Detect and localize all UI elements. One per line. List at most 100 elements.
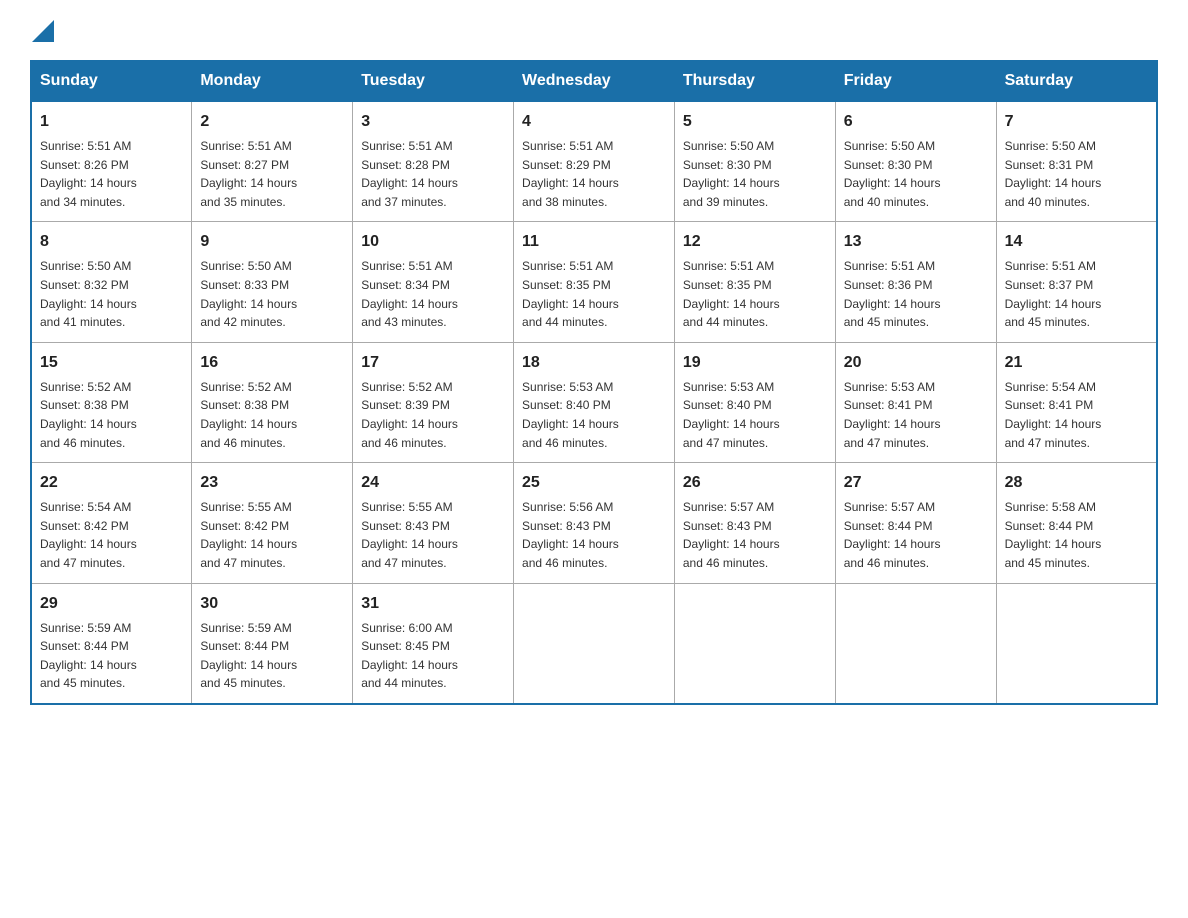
calendar-day-cell: 7 Sunrise: 5:50 AMSunset: 8:31 PMDaylight…: [996, 101, 1157, 222]
day-info: Sunrise: 5:56 AMSunset: 8:43 PMDaylight:…: [522, 498, 666, 572]
calendar-day-cell: 23 Sunrise: 5:55 AMSunset: 8:42 PMDayligh…: [192, 463, 353, 583]
day-info: Sunrise: 5:51 AMSunset: 8:37 PMDaylight:…: [1005, 257, 1148, 331]
calendar-day-cell: 11 Sunrise: 5:51 AMSunset: 8:35 PMDayligh…: [514, 222, 675, 342]
calendar-day-cell: 3 Sunrise: 5:51 AMSunset: 8:28 PMDaylight…: [353, 101, 514, 222]
day-info: Sunrise: 5:50 AMSunset: 8:32 PMDaylight:…: [40, 257, 183, 331]
calendar-day-cell: 16 Sunrise: 5:52 AMSunset: 8:38 PMDayligh…: [192, 342, 353, 462]
day-info: Sunrise: 5:52 AMSunset: 8:39 PMDaylight:…: [361, 378, 505, 452]
day-number: 5: [683, 110, 827, 134]
day-info: Sunrise: 5:58 AMSunset: 8:44 PMDaylight:…: [1005, 498, 1148, 572]
day-info: Sunrise: 5:57 AMSunset: 8:43 PMDaylight:…: [683, 498, 827, 572]
calendar-week-row: 29Sunrise: 5:59 AMSunset: 8:44 PMDayligh…: [31, 583, 1157, 704]
calendar-day-cell: 12Sunrise: 5:51 AMSunset: 8:35 PMDayligh…: [674, 222, 835, 342]
day-number: 18: [522, 351, 666, 375]
calendar-header-row: SundayMondayTuesdayWednesdayThursdayFrid…: [31, 61, 1157, 101]
calendar-week-row: 1 Sunrise: 5:51 AMSunset: 8:26 PMDaylight…: [31, 101, 1157, 222]
day-number: 24: [361, 471, 505, 495]
day-info: Sunrise: 5:55 AMSunset: 8:42 PMDaylight:…: [200, 498, 344, 572]
day-info: Sunrise: 5:50 AMSunset: 8:31 PMDaylight:…: [1005, 137, 1148, 211]
logo-triangle-icon: [32, 20, 54, 42]
day-number: 11: [522, 230, 666, 254]
calendar-day-cell: 2 Sunrise: 5:51 AMSunset: 8:27 PMDaylight…: [192, 101, 353, 222]
calendar-day-cell: 15Sunrise: 5:52 AMSunset: 8:38 PMDayligh…: [31, 342, 192, 462]
logo: [30, 20, 54, 42]
day-number: 21: [1005, 351, 1148, 375]
calendar-week-row: 8 Sunrise: 5:50 AMSunset: 8:32 PMDaylight…: [31, 222, 1157, 342]
day-number: 17: [361, 351, 505, 375]
calendar-day-cell: 8 Sunrise: 5:50 AMSunset: 8:32 PMDaylight…: [31, 222, 192, 342]
day-number: 22: [40, 471, 183, 495]
day-info: Sunrise: 5:50 AMSunset: 8:30 PMDaylight:…: [844, 137, 988, 211]
day-number: 23: [200, 471, 344, 495]
day-number: 20: [844, 351, 988, 375]
calendar-week-row: 22 Sunrise: 5:54 AMSunset: 8:42 PMDayligh…: [31, 463, 1157, 583]
day-info: Sunrise: 5:59 AMSunset: 8:44 PMDaylight:…: [200, 619, 344, 693]
day-info: Sunrise: 5:50 AMSunset: 8:33 PMDaylight:…: [200, 257, 344, 331]
day-number: 10: [361, 230, 505, 254]
day-of-week-header: Sunday: [31, 61, 192, 101]
calendar-day-cell: 29Sunrise: 5:59 AMSunset: 8:44 PMDayligh…: [31, 583, 192, 704]
day-number: 14: [1005, 230, 1148, 254]
day-of-week-header: Wednesday: [514, 61, 675, 101]
calendar-day-cell: 25Sunrise: 5:56 AMSunset: 8:43 PMDayligh…: [514, 463, 675, 583]
calendar-day-cell: 14 Sunrise: 5:51 AMSunset: 8:37 PMDayligh…: [996, 222, 1157, 342]
day-info: Sunrise: 5:50 AMSunset: 8:30 PMDaylight:…: [683, 137, 827, 211]
day-info: Sunrise: 5:54 AMSunset: 8:41 PMDaylight:…: [1005, 378, 1148, 452]
day-info: Sunrise: 5:54 AMSunset: 8:42 PMDaylight:…: [40, 498, 183, 572]
day-number: 4: [522, 110, 666, 134]
day-number: 27: [844, 471, 988, 495]
calendar-day-cell: 20 Sunrise: 5:53 AMSunset: 8:41 PMDayligh…: [835, 342, 996, 462]
day-number: 26: [683, 471, 827, 495]
day-of-week-header: Friday: [835, 61, 996, 101]
calendar-day-cell: [674, 583, 835, 704]
calendar-day-cell: 5 Sunrise: 5:50 AMSunset: 8:30 PMDaylight…: [674, 101, 835, 222]
day-info: Sunrise: 5:53 AMSunset: 8:41 PMDaylight:…: [844, 378, 988, 452]
day-number: 31: [361, 592, 505, 616]
day-info: Sunrise: 5:51 AMSunset: 8:34 PMDaylight:…: [361, 257, 505, 331]
day-number: 15: [40, 351, 183, 375]
calendar-day-cell: 22 Sunrise: 5:54 AMSunset: 8:42 PMDayligh…: [31, 463, 192, 583]
day-number: 2: [200, 110, 344, 134]
calendar-day-cell: 24 Sunrise: 5:55 AMSunset: 8:43 PMDayligh…: [353, 463, 514, 583]
day-number: 7: [1005, 110, 1148, 134]
calendar-table: SundayMondayTuesdayWednesdayThursdayFrid…: [30, 60, 1158, 705]
day-info: Sunrise: 5:51 AMSunset: 8:27 PMDaylight:…: [200, 137, 344, 211]
day-info: Sunrise: 5:59 AMSunset: 8:44 PMDaylight:…: [40, 619, 183, 693]
day-info: Sunrise: 5:51 AMSunset: 8:35 PMDaylight:…: [522, 257, 666, 331]
calendar-day-cell: 31 Sunrise: 6:00 AMSunset: 8:45 PMDayligh…: [353, 583, 514, 704]
day-info: Sunrise: 5:55 AMSunset: 8:43 PMDaylight:…: [361, 498, 505, 572]
calendar-day-cell: 18 Sunrise: 5:53 AMSunset: 8:40 PMDayligh…: [514, 342, 675, 462]
calendar-week-row: 15 Sunrise: 5:52 AMSunset: 8:38 PMDayligh…: [31, 342, 1157, 462]
day-of-week-header: Thursday: [674, 61, 835, 101]
calendar-day-cell: 4 Sunrise: 5:51 AMSunset: 8:29 PMDaylight…: [514, 101, 675, 222]
calendar-day-cell: 26 Sunrise: 5:57 AMSunset: 8:43 PMDayligh…: [674, 463, 835, 583]
calendar-day-cell: 27Sunrise: 5:57 AMSunset: 8:44 PMDayligh…: [835, 463, 996, 583]
day-info: Sunrise: 5:51 AMSunset: 8:29 PMDaylight:…: [522, 137, 666, 211]
day-number: 16: [200, 351, 344, 375]
day-number: 3: [361, 110, 505, 134]
day-number: 28: [1005, 471, 1148, 495]
calendar-day-cell: 13Sunrise: 5:51 AMSunset: 8:36 PMDayligh…: [835, 222, 996, 342]
day-number: 9: [200, 230, 344, 254]
calendar-day-cell: 21 Sunrise: 5:54 AMSunset: 8:41 PMDayligh…: [996, 342, 1157, 462]
day-info: Sunrise: 5:53 AMSunset: 8:40 PMDaylight:…: [522, 378, 666, 452]
day-number: 30: [200, 592, 344, 616]
day-of-week-header: Monday: [192, 61, 353, 101]
day-info: Sunrise: 6:00 AMSunset: 8:45 PMDaylight:…: [361, 619, 505, 693]
calendar-day-cell: 1 Sunrise: 5:51 AMSunset: 8:26 PMDaylight…: [31, 101, 192, 222]
page-header: [30, 20, 1158, 42]
calendar-day-cell: 30 Sunrise: 5:59 AMSunset: 8:44 PMDayligh…: [192, 583, 353, 704]
day-number: 13: [844, 230, 988, 254]
day-number: 8: [40, 230, 183, 254]
day-info: Sunrise: 5:51 AMSunset: 8:28 PMDaylight:…: [361, 137, 505, 211]
calendar-day-cell: 9 Sunrise: 5:50 AMSunset: 8:33 PMDaylight…: [192, 222, 353, 342]
day-info: Sunrise: 5:52 AMSunset: 8:38 PMDaylight:…: [200, 378, 344, 452]
day-of-week-header: Saturday: [996, 61, 1157, 101]
day-info: Sunrise: 5:51 AMSunset: 8:26 PMDaylight:…: [40, 137, 183, 211]
day-number: 6: [844, 110, 988, 134]
calendar-day-cell: [514, 583, 675, 704]
day-number: 1: [40, 110, 183, 134]
day-info: Sunrise: 5:53 AMSunset: 8:40 PMDaylight:…: [683, 378, 827, 452]
day-number: 19: [683, 351, 827, 375]
day-number: 12: [683, 230, 827, 254]
